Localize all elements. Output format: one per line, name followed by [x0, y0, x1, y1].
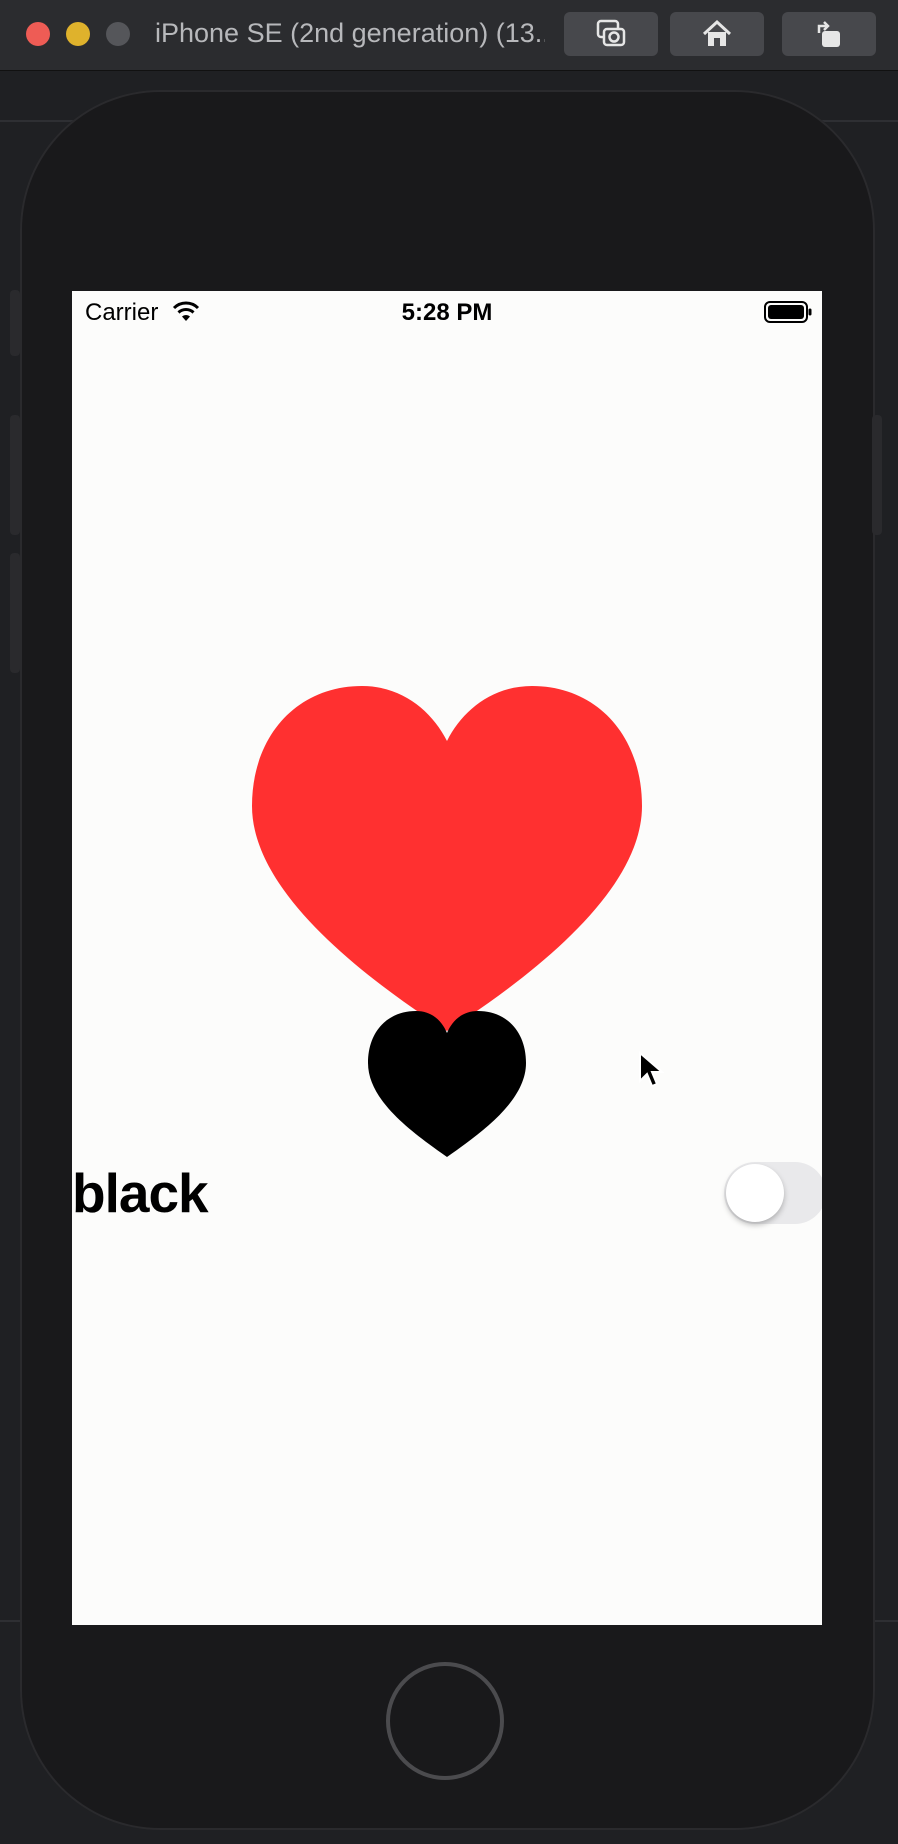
- window-title: iPhone SE (2nd generation) (13...: [155, 18, 545, 48]
- status-time: 5:28 PM: [401, 299, 493, 326]
- home-button[interactable]: [386, 1662, 504, 1780]
- camera-icon: [596, 19, 626, 47]
- home-icon: [702, 19, 732, 46]
- heart-icon: [368, 1011, 526, 1157]
- power-button: [872, 415, 882, 535]
- simulator-title-bar: iPhone SE (2nd generation) (13...: [0, 0, 898, 71]
- heart-icon: [252, 686, 642, 1031]
- mute-switch: [10, 290, 20, 356]
- device-screen: Carrier 5:28 PM black: [72, 291, 822, 1625]
- minimize-window-button[interactable]: [66, 22, 90, 46]
- zoom-window-button[interactable]: [106, 22, 130, 46]
- volume-down-button: [10, 553, 20, 673]
- rotate-icon: [817, 21, 840, 47]
- screenshot-button[interactable]: [564, 12, 658, 56]
- rotate-button[interactable]: [782, 12, 876, 56]
- volume-up-button: [10, 415, 20, 535]
- toggle-knob[interactable]: [726, 1164, 784, 1222]
- toggle-label: black: [72, 1162, 209, 1224]
- home-toolbar-button[interactable]: [670, 12, 764, 56]
- black-toggle-switch[interactable]: [724, 1162, 822, 1224]
- close-window-button[interactable]: [26, 22, 50, 46]
- mouse-cursor-icon: [639, 1051, 664, 1088]
- battery-icon: [764, 301, 812, 323]
